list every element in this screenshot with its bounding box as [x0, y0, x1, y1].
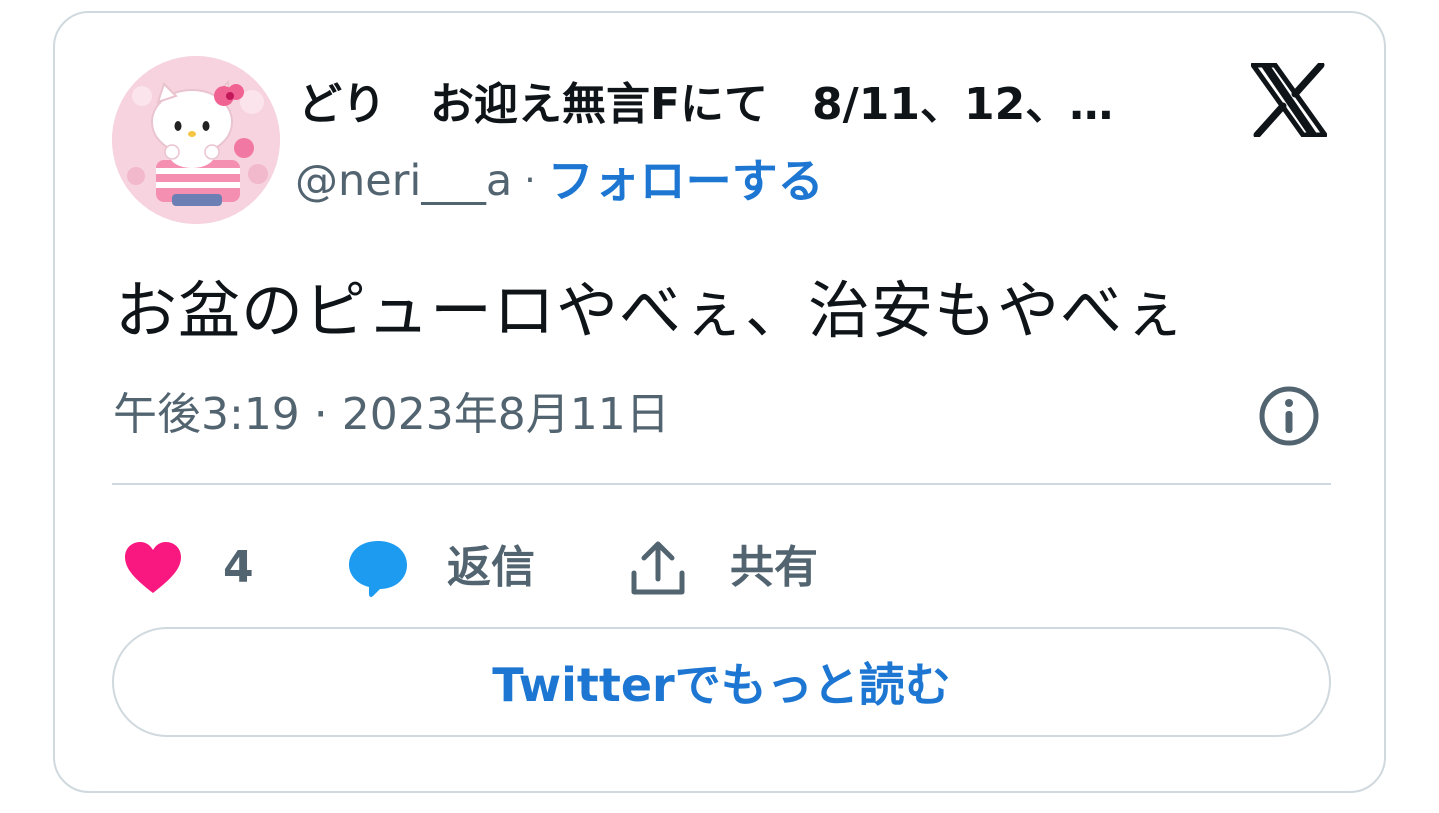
author-handle[interactable]: @neri___a [295, 151, 512, 211]
share-label: 共有 [730, 542, 818, 593]
reply-button[interactable]: 返信 [347, 528, 535, 608]
share-button[interactable]: 共有 [630, 528, 818, 608]
follow-link[interactable]: フォローする [548, 151, 824, 211]
handle-separator: · [524, 160, 536, 201]
avatar[interactable] [112, 56, 280, 224]
divider [112, 483, 1331, 485]
info-icon[interactable] [1258, 385, 1320, 447]
like-count: 4 [223, 542, 254, 593]
tweet-timestamp[interactable]: 午後3:19 · 2023年8月11日 [113, 387, 670, 443]
tweet-text: お盆のピューロやべぇ、治安もやべぇ [115, 274, 1187, 347]
author-handle-row: @neri___a · フォローする [295, 151, 824, 211]
x-logo-icon[interactable] [1250, 61, 1328, 139]
like-button[interactable]: 4 [123, 528, 254, 608]
tweet-embed-card: どり お迎え無言Fにて 8/11、12、… @neri___a · フォローする… [53, 11, 1386, 793]
heart-icon [125, 542, 181, 593]
read-more-button[interactable]: Twitterでもっと読む [112, 627, 1331, 737]
author-display-name[interactable]: どり お迎え無言Fにて 8/11、12、… [298, 77, 1218, 133]
speech-bubble-icon [349, 541, 407, 597]
reply-label: 返信 [447, 542, 535, 593]
read-more-label: Twitterでもっと読む [492, 658, 951, 712]
avatar-image [112, 56, 280, 224]
share-upload-icon [631, 541, 685, 595]
